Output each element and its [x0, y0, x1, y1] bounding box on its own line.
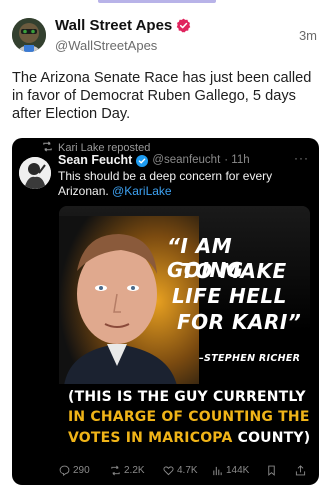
- caption-line: VOTES IN MARICOPA COUNTY): [68, 430, 310, 446]
- like-button[interactable]: 4.7K: [163, 465, 198, 476]
- quote-author-name[interactable]: Sean Feucht: [58, 153, 132, 167]
- quote-time: · 11h: [224, 154, 250, 166]
- media-upper-panel: “I AM GOING TO MAKE LIFE HELL FOR KARI” …: [59, 206, 310, 386]
- quote-line: LIFE HELL: [172, 284, 287, 308]
- author-handle[interactable]: @WallStreetApes: [55, 38, 157, 53]
- caption-line: (THIS IS THE GUY CURRENTLY: [68, 389, 306, 405]
- post-text: The Arizona Senate Race has just been ca…: [12, 70, 312, 122]
- like-count: 4.7K: [177, 464, 198, 476]
- caption-yellow-text: VOTES IN MARICOPA: [68, 430, 233, 446]
- author-name[interactable]: Wall Street Apes: [55, 17, 172, 34]
- verified-badge-icon: [136, 154, 149, 167]
- reply-count: 290: [73, 464, 90, 476]
- caption-white-text: COUNTY): [232, 430, 310, 446]
- share-button[interactable]: [295, 464, 306, 476]
- bookmark-icon: [268, 465, 275, 476]
- reply-icon: [59, 465, 70, 476]
- repost-count: 2.2K: [124, 464, 145, 476]
- reply-button[interactable]: 290: [59, 465, 90, 476]
- quote-text: This should be a deep concern for every …: [58, 169, 313, 199]
- repost-icon: [42, 141, 53, 155]
- like-icon: [163, 465, 174, 475]
- post-time: 3m: [298, 28, 317, 43]
- quote-media-image[interactable]: “I AM GOING TO MAKE LIFE HELL FOR KARI” …: [59, 206, 310, 454]
- tab-indicator: [98, 0, 216, 3]
- share-icon: [295, 464, 306, 475]
- more-options-icon[interactable]: ···: [294, 151, 309, 165]
- views-count: 144K: [226, 464, 250, 476]
- quote-line: FOR KARI”: [177, 310, 302, 334]
- mention-link[interactable]: @KariLake: [112, 184, 172, 198]
- quote-author-handle[interactable]: @seanfeucht: [152, 154, 220, 166]
- post-header: Wall Street Apes @WallStreetApes 3m: [12, 16, 319, 56]
- repost-icon: [111, 465, 120, 475]
- repost-button[interactable]: 2.2K: [110, 465, 145, 476]
- caption-line: IN CHARGE OF COUNTING THE: [68, 409, 310, 425]
- quoted-post-card[interactable]: Kari Lake reposted Sean Feucht @seanfeuc…: [12, 138, 319, 485]
- action-bar: 290 2.2K 4.7K 144K: [59, 463, 314, 477]
- quote-attribution: –STEPHEN RICHER: [199, 353, 301, 364]
- quote-avatar[interactable]: [19, 157, 51, 189]
- bookmark-button[interactable]: [266, 465, 277, 476]
- avatar[interactable]: [12, 18, 46, 52]
- quote-line: TO MAKE: [181, 259, 287, 283]
- views-button[interactable]: 144K: [212, 465, 249, 476]
- views-icon: [213, 466, 222, 475]
- verified-badge-icon: [176, 18, 191, 33]
